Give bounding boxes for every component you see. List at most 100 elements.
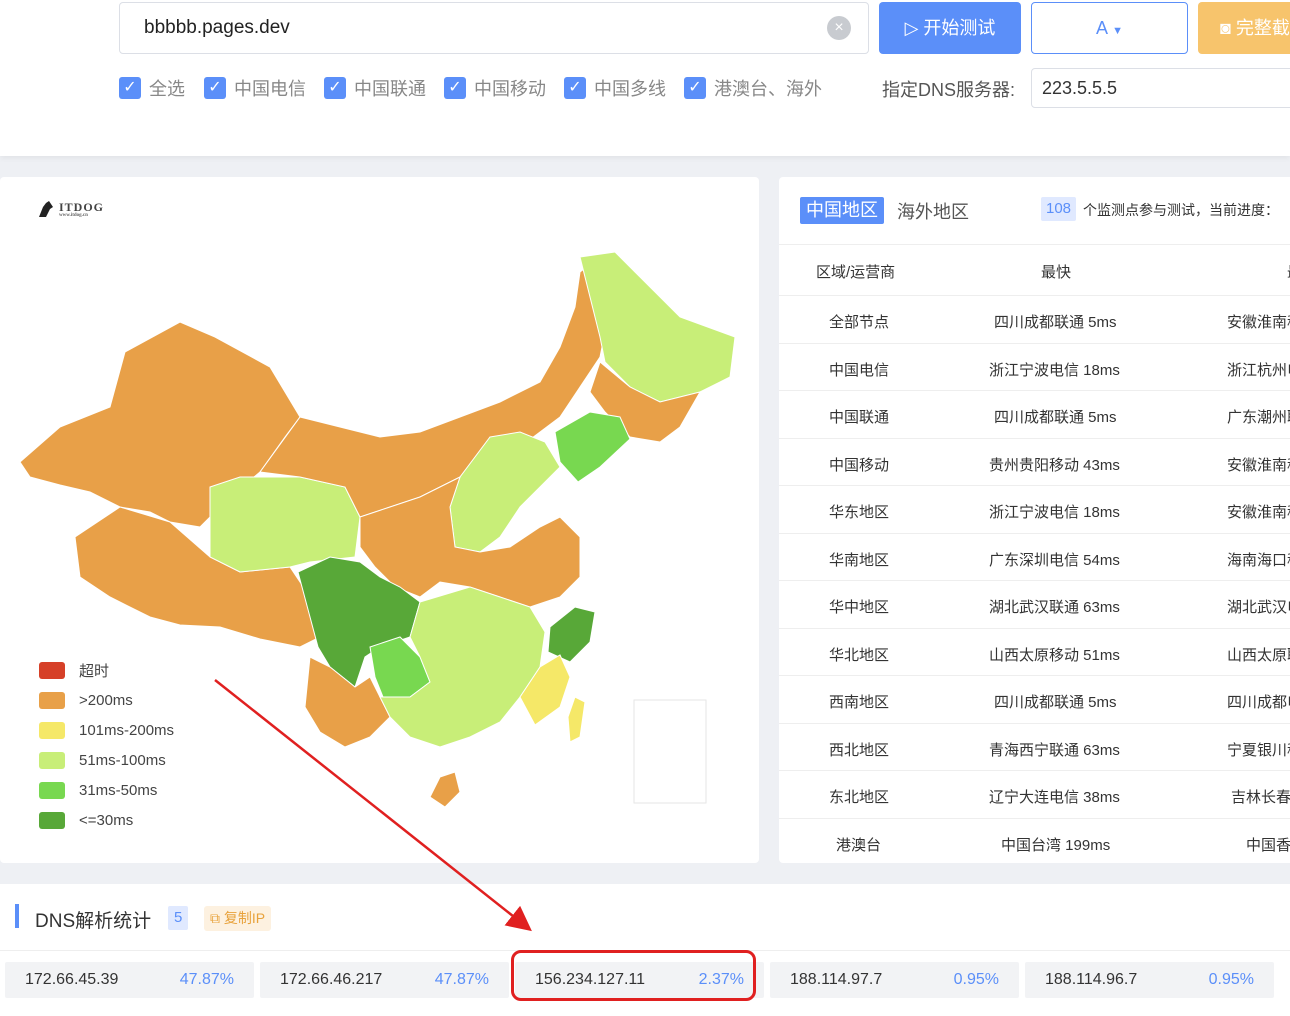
table-row: 全部节点 四川成都联通 5ms 安徽淮南移 bbox=[779, 296, 1290, 344]
cell-slowest: 四川成都电 bbox=[1227, 694, 1290, 711]
check-icon: ✓ bbox=[444, 77, 466, 99]
cell-slowest: 安徽淮南移 bbox=[1227, 314, 1290, 331]
legend-item-51-100[interactable]: 51ms-100ms bbox=[39, 745, 174, 775]
latency-legend: 超时 >200ms 101ms-200ms 51ms-100ms 31ms-50… bbox=[39, 655, 174, 835]
cell-slowest: 浙江杭州电 bbox=[1227, 361, 1290, 379]
section-accent-bar bbox=[15, 904, 19, 928]
dns-ip-item[interactable]: 188.114.96.7 0.95% bbox=[1025, 962, 1274, 998]
check-icon: ✓ bbox=[564, 77, 586, 99]
check-icon: ✓ bbox=[119, 77, 141, 99]
node-count-badge: 108 bbox=[1041, 197, 1077, 221]
checkbox-label: 中国联通 bbox=[354, 79, 426, 99]
ip-percentage: 47.87% bbox=[434, 971, 489, 988]
dns-server-input[interactable]: 223.5.5.5 bbox=[1031, 68, 1290, 108]
cell-slowest: 山西太原联 bbox=[1227, 646, 1290, 664]
checkbox-label: 中国电信 bbox=[234, 79, 306, 99]
tab-china[interactable]: 中国地区 bbox=[800, 197, 884, 224]
table-row: 中国电信 浙江宁波电信 18ms 浙江杭州电 bbox=[779, 344, 1290, 391]
checkbox-label: 中国多线 bbox=[594, 79, 666, 99]
map-region-hainan[interactable] bbox=[429, 771, 461, 808]
cell-region: 华东地区 bbox=[829, 504, 890, 521]
record-type-value: A bbox=[1096, 18, 1108, 38]
table-row: 中国联通 四川成都联通 5ms 广东潮州联 bbox=[779, 391, 1290, 439]
cell-fastest: 贵州贵阳移动 43ms bbox=[989, 456, 1120, 474]
cell-fastest: 四川成都联通 5ms bbox=[994, 694, 1117, 711]
dns-stats-title: DNS解析统计 bbox=[35, 911, 152, 932]
start-test-button[interactable]: ▷ 开始测试 bbox=[879, 2, 1021, 54]
legend-swatch bbox=[39, 781, 65, 799]
start-test-label: 开始测试 bbox=[923, 18, 996, 38]
cell-fastest: 山西太原移动 51ms bbox=[989, 646, 1120, 664]
checkbox-label: 全选 bbox=[149, 79, 185, 99]
results-table-header: 区域/运营商 最快 最 bbox=[779, 244, 1290, 296]
check-icon: ✓ bbox=[324, 77, 346, 99]
legend-item-timeout[interactable]: 超时 bbox=[39, 655, 174, 685]
map-region-liaoning[interactable] bbox=[554, 411, 631, 483]
cell-fastest: 浙江宁波电信 18ms bbox=[989, 504, 1120, 521]
cell-region: 中国电信 bbox=[829, 361, 890, 379]
cell-slowest: 安徽淮南移 bbox=[1227, 456, 1290, 474]
clear-input-icon[interactable]: × bbox=[827, 16, 851, 40]
checkbox-telecom[interactable]: ✓ 中国电信 bbox=[204, 74, 306, 102]
legend-swatch bbox=[39, 721, 65, 739]
legend-label: 31ms-50ms bbox=[79, 781, 158, 799]
cell-region: 东北地区 bbox=[829, 789, 890, 806]
cell-region: 中国联通 bbox=[829, 409, 890, 426]
dns-ip-item[interactable]: 188.114.97.7 0.95% bbox=[770, 962, 1019, 998]
cell-fastest: 青海西宁联通 63ms bbox=[989, 741, 1120, 759]
checkbox-multiline[interactable]: ✓ 中国多线 bbox=[564, 74, 666, 102]
legend-item-over-200[interactable]: >200ms bbox=[39, 685, 174, 715]
cell-slowest: 宁夏银川移 bbox=[1227, 741, 1290, 759]
cell-region: 中国移动 bbox=[829, 456, 890, 474]
legend-swatch bbox=[39, 661, 65, 679]
domain-input[interactable]: bbbbb.pages.dev bbox=[119, 2, 869, 54]
check-icon: ✓ bbox=[684, 77, 706, 99]
table-row: 华中地区 湖北武汉联通 63ms 湖北武汉电 bbox=[779, 581, 1290, 629]
cell-region: 全部节点 bbox=[829, 314, 890, 331]
dns-ip-item[interactable]: 172.66.45.39 47.87% bbox=[5, 962, 254, 998]
checkbox-label: 中国移动 bbox=[474, 79, 546, 99]
legend-item-under-30[interactable]: <=30ms bbox=[39, 805, 174, 835]
cell-fastest: 湖北武汉联通 63ms bbox=[989, 599, 1120, 616]
copy-ip-button[interactable]: ⧉ 复制IP bbox=[204, 906, 272, 931]
tab-overseas[interactable]: 海外地区 bbox=[897, 198, 969, 224]
full-screenshot-button[interactable]: ◙ 完整截 bbox=[1198, 2, 1290, 54]
cell-region: 华南地区 bbox=[829, 551, 890, 569]
progress-text: 个监测点参与测试，当前进度： bbox=[1083, 202, 1279, 218]
legend-swatch bbox=[39, 691, 65, 709]
record-type-select[interactable]: A ▼ bbox=[1031, 2, 1188, 54]
ip-percentage: 0.95% bbox=[953, 971, 999, 988]
map-region-taiwan[interactable] bbox=[567, 696, 586, 743]
screenshot-label: 完整截 bbox=[1235, 18, 1290, 38]
results-panel: 中国地区 海外地区 108 个监测点参与测试，当前进度： 区域/运营商 最快 最… bbox=[779, 177, 1290, 863]
latency-map-panel: ITDOG www.itdog.cn 超时 >200ms 101ms-200ms… bbox=[0, 177, 759, 863]
caret-down-icon: ▼ bbox=[1112, 25, 1123, 37]
camera-icon: ◙ bbox=[1220, 18, 1236, 38]
cell-region: 港澳台 bbox=[836, 836, 882, 854]
cell-region: 西北地区 bbox=[829, 741, 890, 759]
check-icon: ✓ bbox=[204, 77, 226, 99]
legend-label: 超时 bbox=[79, 662, 110, 680]
checkbox-mobile[interactable]: ✓ 中国移动 bbox=[444, 74, 546, 102]
checkbox-select-all[interactable]: ✓ 全选 bbox=[119, 74, 185, 102]
table-row: 西北地区 青海西宁联通 63ms 宁夏银川移 bbox=[779, 724, 1290, 771]
checkbox-unicom[interactable]: ✓ 中国联通 bbox=[324, 74, 426, 102]
checkbox-overseas[interactable]: ✓ 港澳台、海外 bbox=[684, 74, 822, 102]
legend-item-31-50[interactable]: 31ms-50ms bbox=[39, 775, 174, 805]
south-china-sea-inset bbox=[633, 699, 707, 804]
map-region-north[interactable] bbox=[259, 256, 621, 518]
table-row: 港澳台 中国台湾 199ms 中国香 bbox=[779, 819, 1290, 864]
cell-region: 西南地区 bbox=[829, 694, 890, 711]
cell-region: 华中地区 bbox=[829, 599, 890, 616]
dns-ip-item[interactable]: 172.66.46.217 47.87% bbox=[260, 962, 509, 998]
cell-fastest: 辽宁大连电信 38ms bbox=[989, 789, 1120, 806]
logo-text: ITDOG www.itdog.cn bbox=[59, 199, 105, 218]
legend-item-101-200[interactable]: 101ms-200ms bbox=[39, 715, 174, 745]
ip-address: 172.66.46.217 bbox=[280, 971, 383, 988]
ip-percentage: 47.87% bbox=[179, 971, 234, 988]
header-fastest: 最快 bbox=[1041, 264, 1072, 281]
cell-slowest: 广东潮州联 bbox=[1227, 409, 1290, 426]
table-row: 西南地区 四川成都联通 5ms 四川成都电 bbox=[779, 676, 1290, 724]
cell-slowest: 湖北武汉电 bbox=[1227, 599, 1290, 616]
map-region-fujian[interactable] bbox=[547, 606, 596, 663]
